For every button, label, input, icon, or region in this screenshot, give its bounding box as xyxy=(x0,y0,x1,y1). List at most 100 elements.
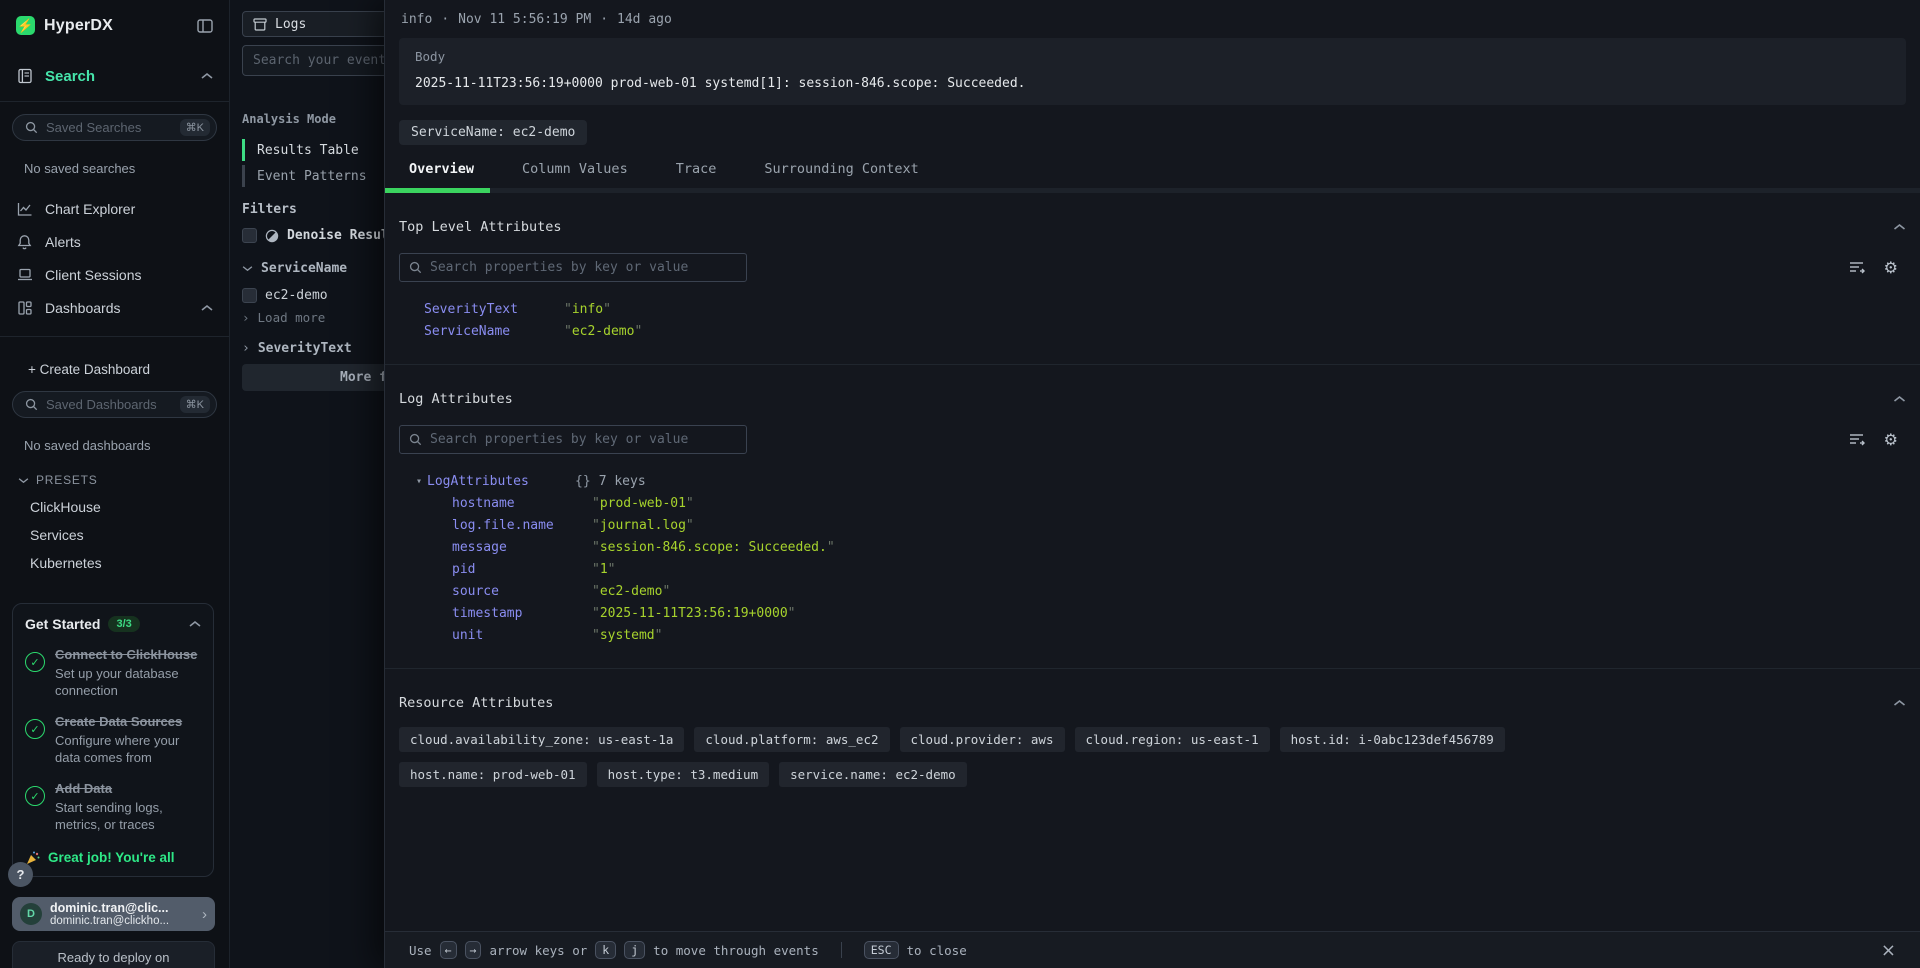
get-started-item[interactable]: ✓ Connect to ClickHouse Set up your data… xyxy=(25,646,201,699)
attribute-key[interactable]: pid xyxy=(452,562,592,578)
property-search-input[interactable]: Search properties by key or value xyxy=(399,425,747,454)
chevron-up-icon[interactable] xyxy=(1893,699,1906,707)
check-circle-icon: ✓ xyxy=(25,652,45,672)
triangle-down-icon[interactable]: ▾ xyxy=(416,474,422,490)
attribute-tree-root[interactable]: ▾ LogAttributes {} 7 keys xyxy=(416,474,1906,490)
tab-overview[interactable]: Overview xyxy=(409,161,474,188)
resource-chip[interactable]: cloud.region: us-east-1 xyxy=(1075,727,1270,752)
service-name-chip[interactable]: ServiceName: ec2-demo xyxy=(399,120,587,145)
resource-chip[interactable]: cloud.provider: aws xyxy=(900,727,1065,752)
create-dashboard-button[interactable]: + Create Dashboard xyxy=(0,359,229,379)
sidebar-collapse-icon[interactable] xyxy=(197,18,213,34)
chevron-up-icon[interactable] xyxy=(201,304,213,312)
close-icon[interactable]: × xyxy=(1881,940,1896,961)
mode-results-table[interactable]: Results Table xyxy=(242,139,384,161)
congrats-message: Great job! You're all xyxy=(25,849,201,866)
more-filters-button[interactable]: More filters xyxy=(242,364,384,391)
source-select-button[interactable]: Logs xyxy=(242,11,384,37)
active-tab-indicator xyxy=(385,188,490,193)
attribute-key[interactable]: unit xyxy=(452,628,592,644)
sidebar-item-alerts[interactable]: Alerts xyxy=(0,225,229,258)
attribute-row[interactable]: pid "1" xyxy=(452,562,1906,578)
sidebar-item-chart-explorer[interactable]: Chart Explorer xyxy=(0,192,229,225)
attribute-key[interactable]: timestamp xyxy=(452,606,592,622)
presets-label: PRESETS xyxy=(36,473,98,487)
attribute-row[interactable]: log.file.name "journal.log" xyxy=(452,518,1906,534)
event-detail-drawer: info · Nov 11 5:56:19 PM · 14d ago Body … xyxy=(384,0,1920,968)
attribute-row[interactable]: message "session-846.scope: Succeeded." xyxy=(452,540,1906,556)
attribute-key[interactable]: log.file.name xyxy=(452,518,592,534)
k-key: k xyxy=(595,941,616,959)
attribute-value[interactable]: ec2-demo xyxy=(600,584,663,600)
denoise-results-row[interactable]: Denoise Results xyxy=(242,228,384,243)
get-started-item[interactable]: ✓ Create Data Sources Configure where yo… xyxy=(25,713,201,766)
sidebar-item-dashboards[interactable]: Dashboards xyxy=(0,291,229,324)
sidebar-item-search[interactable]: Search xyxy=(0,63,229,89)
attribute-key[interactable]: SeverityText xyxy=(424,302,564,318)
chevron-right-icon: › xyxy=(242,341,250,356)
saved-searches-input[interactable]: Saved Searches ⌘K xyxy=(12,114,217,141)
attribute-key[interactable]: source xyxy=(452,584,592,600)
presets-toggle[interactable]: PRESETS xyxy=(18,473,229,487)
footer-text: Use xyxy=(409,943,432,958)
filter-group-severitytext[interactable]: › SeverityText xyxy=(242,341,384,356)
attribute-key[interactable]: message xyxy=(452,540,592,556)
help-button[interactable]: ? xyxy=(8,862,33,887)
attribute-row[interactable]: hostname "prod-web-01" xyxy=(452,496,1906,512)
chevron-right-icon: › xyxy=(242,310,250,325)
attribute-row[interactable]: source "ec2-demo" xyxy=(452,584,1906,600)
shortcut-badge: ⌘K xyxy=(180,119,210,136)
attribute-key[interactable]: ServiceName xyxy=(424,324,564,340)
attribute-row[interactable]: SeverityText "info" xyxy=(424,302,1906,318)
attribute-value[interactable]: systemd xyxy=(600,628,655,644)
resource-chip[interactable]: host.type: t3.medium xyxy=(597,762,770,787)
resource-chip[interactable]: cloud.platform: aws_ec2 xyxy=(694,727,889,752)
chevron-up-icon[interactable] xyxy=(1893,395,1906,403)
chevron-up-icon[interactable] xyxy=(201,72,213,80)
attribute-value[interactable]: ec2-demo xyxy=(572,324,635,340)
chevron-up-icon[interactable] xyxy=(1893,223,1906,231)
sidebar-item-client-sessions[interactable]: Client Sessions xyxy=(0,258,229,291)
load-more-button[interactable]: › Load more xyxy=(242,310,384,325)
attribute-value[interactable]: session-846.scope: Succeeded. xyxy=(600,540,827,556)
get-started-item[interactable]: ✓ Add Data Start sending logs, metrics, … xyxy=(25,780,201,833)
tab-column-values[interactable]: Column Values xyxy=(522,161,628,188)
preset-clickhouse[interactable]: ClickHouse xyxy=(30,499,229,515)
attribute-value[interactable]: journal.log xyxy=(600,518,686,534)
attribute-row[interactable]: timestamp "2025-11-11T23:56:19+0000" xyxy=(452,606,1906,622)
attribute-key[interactable]: hostname xyxy=(452,496,592,512)
attribute-value[interactable]: 2025-11-11T23:56:19+0000 xyxy=(600,606,788,622)
event-search-input[interactable]: Search your events... xyxy=(242,45,384,76)
esc-key: ESC xyxy=(864,941,899,959)
attribute-value[interactable]: 1 xyxy=(600,562,608,578)
resource-chip[interactable]: cloud.availability_zone: us-east-1a xyxy=(399,727,684,752)
checkbox[interactable] xyxy=(242,228,257,243)
mode-event-patterns[interactable]: Event Patterns xyxy=(242,165,384,187)
user-menu[interactable]: D dominic.tran@clic... dominic.tran@clic… xyxy=(12,897,215,931)
sort-lines-icon[interactable] xyxy=(1849,260,1866,275)
tab-trace[interactable]: Trace xyxy=(676,161,717,188)
property-search-input[interactable]: Search properties by key or value xyxy=(399,253,747,282)
preset-kubernetes[interactable]: Kubernetes xyxy=(30,555,229,571)
checkbox[interactable] xyxy=(242,288,257,303)
filter-value-ec2-demo[interactable]: ec2-demo xyxy=(242,288,384,303)
saved-dashboards-input[interactable]: Saved Dashboards ⌘K xyxy=(12,391,217,418)
chevron-up-icon[interactable] xyxy=(189,620,201,628)
severity-text: info xyxy=(401,12,432,27)
filter-group-servicename[interactable]: ServiceName xyxy=(242,261,384,276)
attribute-key[interactable]: LogAttributes xyxy=(427,474,575,490)
resource-chip[interactable]: service.name: ec2-demo xyxy=(779,762,967,787)
attribute-row[interactable]: ServiceName "ec2-demo" xyxy=(424,324,1906,340)
resource-chip[interactable]: host.id: i-0abc123def456789 xyxy=(1280,727,1505,752)
tab-surrounding-context[interactable]: Surrounding Context xyxy=(764,161,918,188)
gear-icon[interactable]: ⚙ xyxy=(1884,260,1898,276)
deploy-banner[interactable]: Ready to deploy on xyxy=(12,941,215,968)
attribute-value[interactable]: prod-web-01 xyxy=(600,496,686,512)
preset-services[interactable]: Services xyxy=(30,527,229,543)
attribute-row[interactable]: unit "systemd" xyxy=(452,628,1906,644)
resource-chip[interactable]: host.name: prod-web-01 xyxy=(399,762,587,787)
sort-lines-icon[interactable] xyxy=(1849,432,1866,447)
attribute-value[interactable]: info xyxy=(572,302,603,318)
gear-icon[interactable]: ⚙ xyxy=(1884,432,1898,448)
section-log-attributes: Log Attributes Search properties by key … xyxy=(385,365,1920,669)
